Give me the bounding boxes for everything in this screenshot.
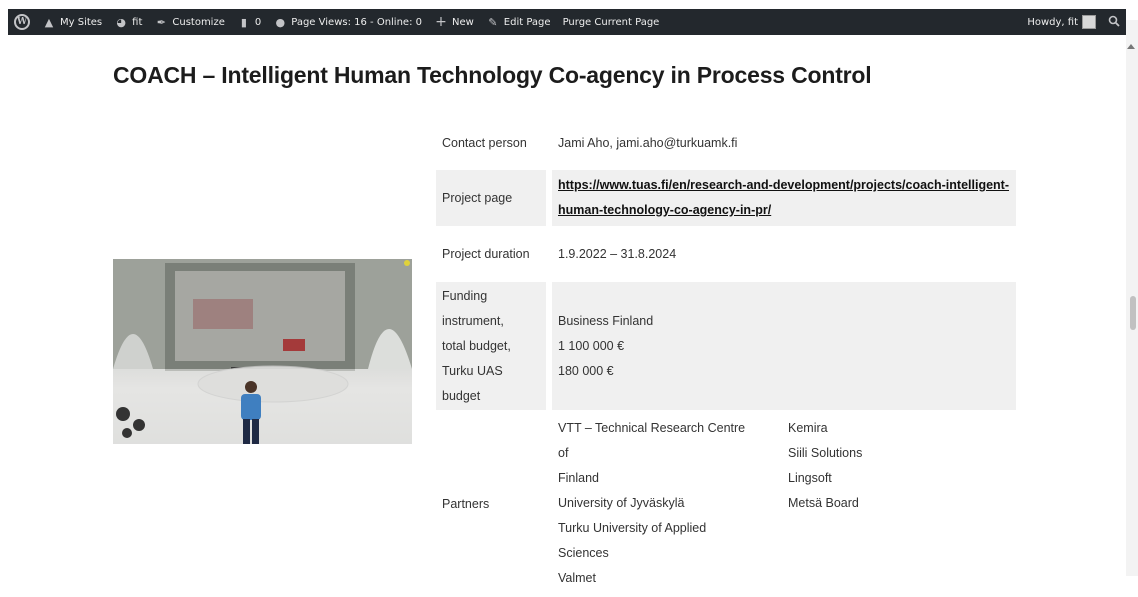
funding-instrument: Business Finland <box>558 313 654 328</box>
wordpress-logo-menu[interactable]: W <box>14 14 30 30</box>
contact-row: Contact person Jami Aho, jami.aho@turkua… <box>436 121 1016 170</box>
partners-list: VTT – Technical Research Centre of Finla… <box>558 416 1010 591</box>
partners-column-2: Kemira Siili Solutions Lingsoft Metsä Bo… <box>788 416 862 591</box>
site-name: fit <box>132 16 143 28</box>
scroll-up-arrow-icon[interactable] <box>1127 44 1135 49</box>
project-page-link-line2: human-technology-co-agency-in-pr/ <box>558 203 772 217</box>
funding-label-line: total budget, <box>442 338 511 353</box>
duration-row: Project duration 1.9.2022 – 31.8.2024 <box>436 229 1016 282</box>
howdy-label: Howdy, fit <box>1027 16 1078 28</box>
project-page-cell: https://www.tuas.fi/en/research-and-deve… <box>549 167 1016 232</box>
partner-item: VTT – Technical Research Centre of <box>558 421 746 460</box>
partner-item: University of Jyväskylä <box>558 496 685 510</box>
partner-item: Valmet <box>558 571 596 585</box>
partner-item: Lingsoft <box>788 471 832 485</box>
comment-icon: ▮ <box>240 15 247 29</box>
pencil-icon: ✎ <box>488 15 498 29</box>
plus-icon: + <box>435 14 447 30</box>
customize-link[interactable]: ✒ Customize <box>154 15 225 29</box>
contact-label: Contact person <box>436 121 552 170</box>
admin-bar: W ▲ My Sites ◕ fit ✒ Customize ▮ 0 ● Pag… <box>8 9 1126 35</box>
comments-count: 0 <box>254 16 262 28</box>
total-budget: 1 100 000 € <box>558 338 625 353</box>
duration-label: Project duration <box>436 229 552 282</box>
scroll-thumb[interactable] <box>1130 296 1136 330</box>
duration-value: 1.9.2022 – 31.8.2024 <box>549 229 1016 282</box>
project-page-link[interactable]: https://www.tuas.fi/en/research-and-deve… <box>558 178 1009 217</box>
partner-item: Kemira <box>788 421 828 435</box>
project-page-link-line1: https://www.tuas.fi/en/research-and-deve… <box>558 178 1010 192</box>
account-menu[interactable]: Howdy, fit <box>1027 15 1096 29</box>
paintbrush-icon: ✒ <box>156 15 166 29</box>
sites-icon: ▲ <box>44 15 54 29</box>
contact-value: Jami Aho, jami.aho@turkuamk.fi <box>549 121 1016 170</box>
partner-item: Siili Solutions <box>788 446 863 460</box>
partner-item: Turku University of Applied Sciences <box>558 521 707 560</box>
page-title: COACH – Intelligent Human Technology Co-… <box>113 62 872 88</box>
partner-item: Metsä Board <box>788 496 859 510</box>
purge-label: Purge Current Page <box>562 16 660 28</box>
page-views-label: Page Views: 16 - Online: 0 <box>291 16 422 28</box>
partners-row: Partners VTT – Technical Research Centre… <box>436 413 1016 597</box>
page-scrollbar[interactable] <box>1126 20 1138 576</box>
new-label: New <box>451 16 474 28</box>
wordpress-icon: W <box>14 14 30 30</box>
funding-values: Business Finland 1 100 000 € 180 000 € <box>549 279 1016 416</box>
page-views-stat[interactable]: ● Page Views: 16 - Online: 0 <box>273 15 422 29</box>
dashboard-icon: ◕ <box>116 15 126 29</box>
partners-cell: VTT – Technical Research Centre of Finla… <box>549 413 1016 597</box>
new-content-menu[interactable]: + New <box>434 14 474 30</box>
partner-item: Finland <box>558 471 599 485</box>
project-page-label: Project page <box>436 167 552 232</box>
my-sites-menu[interactable]: ▲ My Sites <box>42 15 102 29</box>
site-menu[interactable]: ◕ fit <box>114 15 142 29</box>
comments-link[interactable]: ▮ 0 <box>237 15 261 29</box>
partners-column-1: VTT – Technical Research Centre of Finla… <box>558 416 758 591</box>
funding-label-line: Funding <box>442 288 488 303</box>
avatar <box>1082 15 1096 29</box>
turku-uas-budget: 180 000 € <box>558 363 614 378</box>
search-icon[interactable] <box>1108 15 1120 30</box>
funding-label-line: Turku UAS <box>442 363 503 378</box>
stats-icon: ● <box>275 15 286 29</box>
funding-label-line: budget <box>442 388 481 403</box>
funding-row: Funding instrument, total budget, Turku … <box>436 279 1016 416</box>
my-sites-label: My Sites <box>60 16 103 28</box>
edit-page-label: Edit Page <box>503 16 551 28</box>
customize-label: Customize <box>172 16 225 28</box>
partners-label: Partners <box>436 413 552 597</box>
edit-page-link[interactable]: ✎ Edit Page <box>486 15 551 29</box>
project-details-table: Contact person Jami Aho, jami.aho@turkua… <box>436 121 1016 597</box>
funding-label-line: instrument, <box>442 313 504 328</box>
funding-label: Funding instrument, total budget, Turku … <box>436 279 552 416</box>
project-page-row: Project page https://www.tuas.fi/en/rese… <box>436 167 1016 232</box>
purge-page-link[interactable]: Purge Current Page <box>563 17 660 28</box>
project-image <box>113 259 412 444</box>
